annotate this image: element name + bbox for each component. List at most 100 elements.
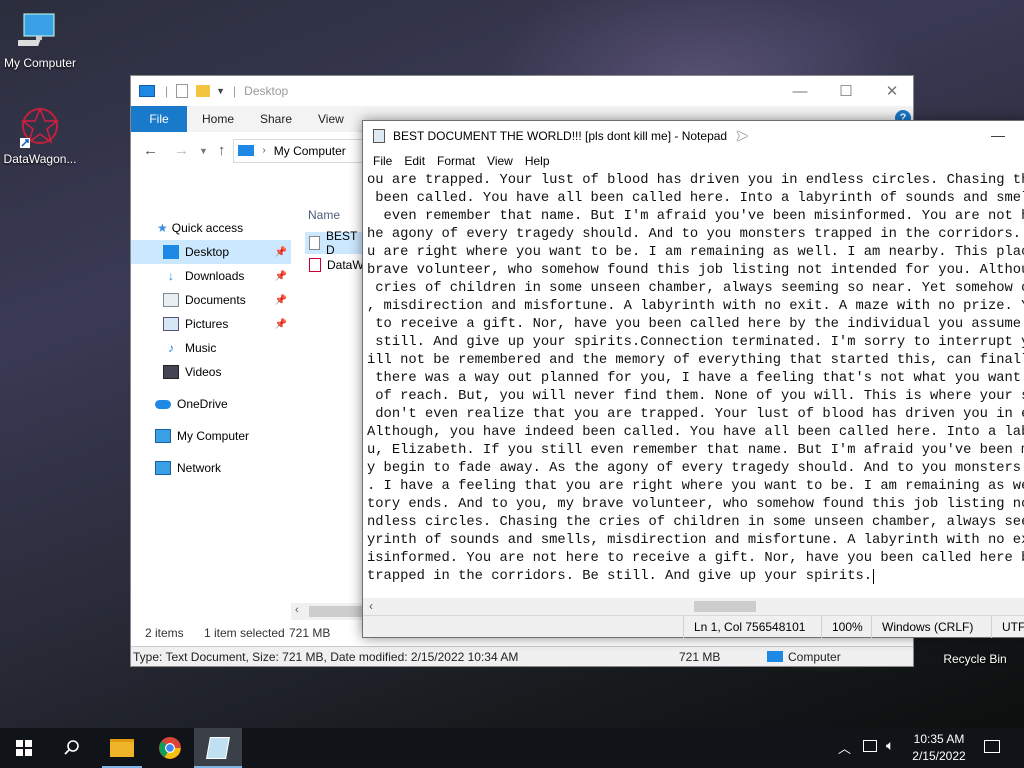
text-line: y begin to fade away. As the agony of ev… <box>367 461 1024 476</box>
text-line: isinformed. You are not here to receive … <box>367 551 1024 566</box>
desktop-icon-datawagon[interactable]: DataWagon... <box>0 104 80 166</box>
text-line: yrinth of sounds and smells, misdirectio… <box>367 533 1024 548</box>
notepad-icon <box>206 737 230 759</box>
scroll-left-arrow-icon[interactable]: ‹ <box>295 604 299 616</box>
menu-help[interactable]: Help <box>519 154 556 168</box>
text-line: brave volunteer, who somehow found this … <box>367 263 1024 278</box>
desktop-icon-label: Recycle Bin <box>943 652 1007 666</box>
nav-desktop[interactable]: Desktop 📌 <box>131 240 291 264</box>
text-line: to receive a gift. Nor, have you been ca… <box>367 317 1024 332</box>
address-bar[interactable]: › My Computer <box>233 138 374 163</box>
pictures-icon <box>163 317 179 331</box>
scroll-left-arrow-icon[interactable]: ‹ <box>369 599 373 613</box>
nav-downloads[interactable]: ↓ Downloads 📌 <box>131 264 291 288</box>
documents-icon <box>163 293 179 307</box>
menu-view[interactable]: View <box>481 154 519 168</box>
notepad-window: BEST DOCUMENT THE WORLD!!! [pls dont kil… <box>362 120 1024 638</box>
tab-home[interactable]: Home <box>187 106 250 132</box>
network-icon <box>155 461 171 475</box>
text-line: u, Elizabeth. If you still even remember… <box>367 443 1024 458</box>
text-line: . I have a feeling that you are right wh… <box>367 479 1024 494</box>
column-header-name[interactable]: Name <box>308 208 340 222</box>
pin-icon: 📌 <box>274 318 287 330</box>
minimize-button[interactable]: — <box>777 76 823 106</box>
taskbar-file-explorer[interactable] <box>98 728 146 768</box>
detail-location: Computer <box>788 650 841 664</box>
pin-icon: 📌 <box>274 246 287 258</box>
file-row[interactable]: DataW <box>305 254 365 276</box>
notepad-titlebar[interactable]: BEST DOCUMENT THE WORLD!!! [pls dont kil… <box>363 121 1024 151</box>
notification-center-icon[interactable] <box>984 740 1000 753</box>
taskbar-notepad[interactable] <box>194 728 242 768</box>
text-line: he agony of every tragedy should. And to… <box>367 227 1024 242</box>
pin-icon: 📌 <box>274 294 287 306</box>
computer-icon <box>155 429 171 443</box>
nav-pictures[interactable]: Pictures 📌 <box>131 312 291 336</box>
chrome-icon <box>159 737 181 759</box>
file-name: BEST D <box>326 229 358 257</box>
text-line: cries of children in some unseen chamber… <box>367 281 1024 296</box>
clock[interactable]: 10:35 AM 2/15/2022 <box>906 731 972 765</box>
close-button[interactable]: ✕ <box>869 76 915 106</box>
text-line: , misdirection and misfortune. A labyrin… <box>367 299 1024 314</box>
menu-format[interactable]: Format <box>431 154 481 168</box>
start-button[interactable] <box>0 728 48 768</box>
item-count: 2 items <box>145 626 184 640</box>
nav-music[interactable]: ♪ Music <box>131 336 291 360</box>
notepad-hscrollbar[interactable]: ‹ <box>363 598 1024 615</box>
search-button[interactable] <box>48 728 96 768</box>
menu-file[interactable]: File <box>367 154 398 168</box>
network-status-icon[interactable] <box>863 740 877 752</box>
taskbar-chrome[interactable] <box>146 728 194 768</box>
menu-edit[interactable]: Edit <box>398 154 431 168</box>
monitor-icon <box>16 8 62 52</box>
volume-icon[interactable]: 🔈︎ <box>886 737 894 754</box>
computer-icon <box>238 145 255 156</box>
nav-documents[interactable]: Documents 📌 <box>131 288 291 312</box>
nav-onedrive[interactable]: OneDrive <box>131 392 291 416</box>
scroll-thumb[interactable] <box>694 601 756 612</box>
download-icon: ↓ <box>168 269 174 283</box>
file-row[interactable]: BEST D <box>305 229 365 257</box>
tab-file[interactable]: File <box>131 106 187 132</box>
text-line: been called. You have all been called he… <box>367 191 1024 206</box>
text-caret <box>873 569 875 584</box>
clock-date: 2/15/2022 <box>912 749 966 763</box>
text-line: still. And give up your spirits.Connecti… <box>367 335 1024 350</box>
text-line: of reach. But, you will never find them.… <box>367 389 1024 404</box>
text-line: ou are trapped. Your lust of blood has d… <box>367 173 1024 188</box>
zoom-level: 100% <box>821 615 871 638</box>
explorer-titlebar[interactable]: | ▼ | Desktop — ☐ ✕ <box>131 76 913 106</box>
forward-arrow-icon[interactable]: → <box>174 142 189 159</box>
properties-icon[interactable] <box>176 84 189 98</box>
nav-quick-access[interactable]: ★ Quick access <box>131 216 291 240</box>
maximize-button[interactable]: ☐ <box>823 76 869 106</box>
text-line: Although, you have indeed been called. Y… <box>367 425 1024 440</box>
nav-network[interactable]: Network <box>131 456 291 480</box>
notepad-text-area[interactable]: ou are trapped. Your lust of blood has d… <box>363 171 1024 598</box>
tab-view[interactable]: View <box>303 106 359 132</box>
show-hidden-icons-button[interactable]: ︿ <box>838 738 851 757</box>
music-icon: ♪ <box>168 341 174 355</box>
minimize-button[interactable]: — <box>991 127 1005 143</box>
back-arrow-icon[interactable]: ← <box>143 142 158 159</box>
recent-locations-icon[interactable]: ▼ <box>199 146 208 156</box>
tab-share[interactable]: Share <box>245 106 308 132</box>
encoding: UTF- <box>991 615 1024 638</box>
selected-count: 1 item selected <box>204 626 285 640</box>
chevron-right-icon: › <box>262 145 266 156</box>
nav-my-computer[interactable]: My Computer <box>131 424 291 448</box>
explorer-hscrollbar[interactable]: ‹ <box>291 603 363 620</box>
quick-access-toolbar: | <box>165 84 169 98</box>
nav-videos[interactable]: Videos <box>131 360 291 384</box>
desktop-icon-my-computer[interactable]: My Computer <box>0 8 80 70</box>
search-icon <box>64 740 79 755</box>
clock-time: 10:35 AM <box>913 732 965 746</box>
new-folder-icon[interactable] <box>196 85 211 97</box>
scroll-thumb[interactable] <box>309 606 363 617</box>
windows-logo-icon <box>16 740 32 756</box>
chevron-down-icon[interactable]: ▼ <box>216 86 225 96</box>
up-arrow-icon[interactable]: ↑ <box>218 142 226 159</box>
taskbar: ︿ 🔈︎ 10:35 AM 2/15/2022 <box>0 728 1024 768</box>
mouse-cursor-icon: ➤ <box>735 128 749 145</box>
